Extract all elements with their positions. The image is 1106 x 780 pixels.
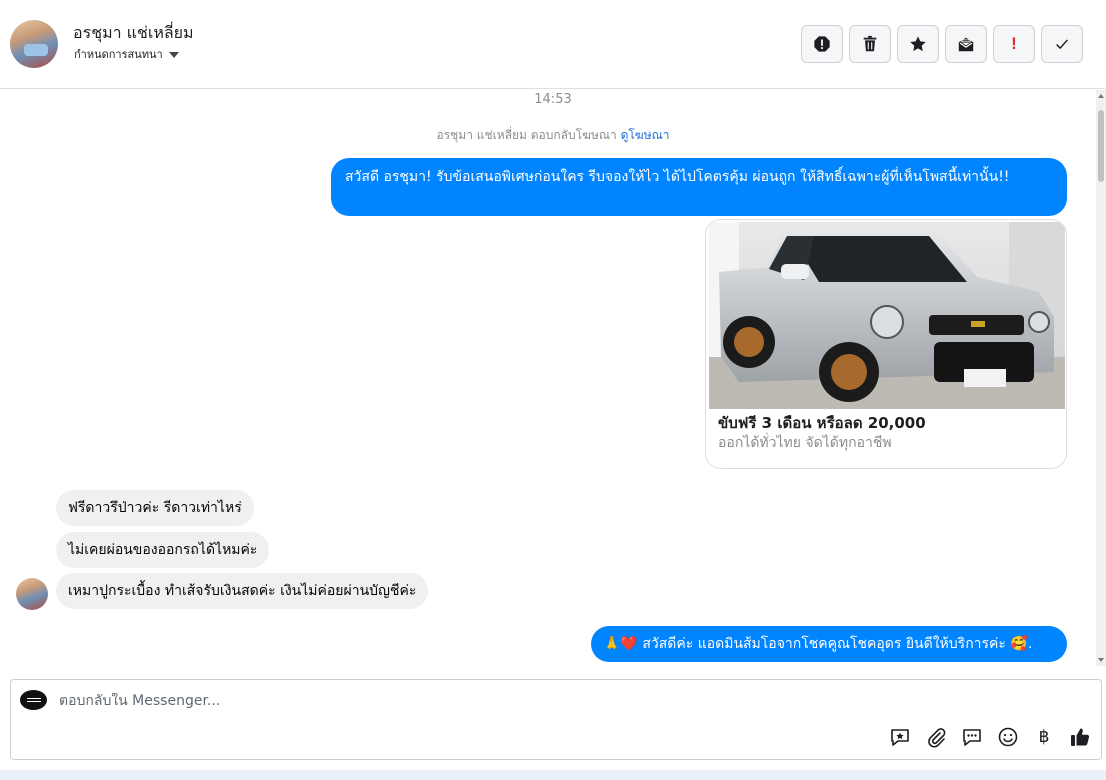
contact-name[interactable]: อรชุมา แช่เหลี่ยม [73, 21, 194, 46]
priority-icon: ! [1011, 34, 1017, 53]
mark-done-button[interactable] [1041, 25, 1083, 63]
outgoing-message: 🙏❤️ สวัสดีค่ะ แอดมินส้มโอจากโชคคูณโชคอุด… [591, 626, 1067, 662]
mail-icon [958, 37, 974, 52]
scroll-up-icon[interactable] [1098, 94, 1104, 98]
ad-card-subtitle: ออกได้ทั่วไทย จัดได้ทุกอาชีพ [718, 435, 892, 451]
message-timestamp: 14:53 [534, 92, 572, 107]
outgoing-message: สวัสดี อรชุมา! รับข้อเสนอพิเศษก่อนใคร รี… [331, 158, 1067, 216]
mark-spam-button[interactable] [801, 25, 843, 63]
sender-avatar [16, 578, 48, 610]
star-button[interactable] [897, 25, 939, 63]
check-icon [1056, 39, 1068, 50]
emoji-icon [998, 727, 1018, 747]
attachment-icon [928, 728, 946, 748]
scrollbar-thumb[interactable] [1098, 110, 1104, 182]
saved-reply-icon [891, 729, 909, 746]
incoming-message: ไม่เคยผ่อนของออกรถได้ไหมค่ะ [56, 532, 270, 568]
payment-button[interactable]: ฿ [1033, 726, 1055, 748]
emoji-button[interactable] [997, 726, 1019, 748]
assign-label: กำหนดการสนทนา [74, 48, 163, 61]
assign-conversation-dropdown[interactable]: กำหนดการสนทนา [74, 45, 179, 63]
contact-avatar[interactable] [10, 20, 58, 68]
attach-button[interactable] [925, 726, 947, 748]
baht-icon: ฿ [1038, 727, 1050, 747]
page-logo-icon [20, 690, 47, 710]
star-icon [910, 36, 926, 52]
conversation-header: อรชุมา แช่เหลี่ยม กำหนดการสนทนา ! [0, 0, 1106, 89]
incoming-message: เหมาปูกระเบื้อง ทำเส้จรับเงินสดค่ะ เงินไ… [56, 573, 429, 609]
composer-toolbar: ฿ [889, 726, 1091, 748]
trash-icon [863, 35, 877, 52]
reply-composer: ฿ [10, 679, 1102, 760]
message-thread[interactable]: 14:53 อรชุมา แช่เหลี่ยม ตอบกลับโฆษณา ดูโ… [0, 90, 1096, 666]
quick-replies-button[interactable] [961, 726, 983, 748]
reply-input[interactable] [59, 693, 859, 709]
thread-scrollbar[interactable] [1096, 90, 1106, 666]
delete-button[interactable] [849, 25, 891, 63]
pickup-truck-image [709, 222, 1065, 409]
mark-priority-button[interactable]: ! [993, 25, 1035, 63]
alert-icon [814, 36, 830, 52]
caret-down-icon [168, 51, 179, 58]
like-button[interactable] [1069, 726, 1091, 748]
ad-reply-note: อรชุมา แช่เหลี่ยม ตอบกลับโฆษณา ดูโฆษณา [0, 126, 1096, 145]
ad-card[interactable]: ขับฟรี 3 เดือน หรือลด 20,000 ออกได้ทั่วไ… [705, 219, 1067, 469]
chat-bubbles-icon [963, 729, 981, 746]
footer-strip [0, 770, 1106, 780]
ad-reply-text: อรชุมา แช่เหลี่ยม ตอบกลับโฆษณา [436, 128, 617, 142]
incoming-message: ฟรีดาวรึป่าวค่ะ รีดาวเท่าไหร่ [56, 490, 254, 526]
conversation-actions: ! [801, 25, 1083, 63]
mark-unread-button[interactable] [945, 25, 987, 63]
view-ad-link[interactable]: ดูโฆษณา [621, 128, 670, 142]
saved-reply-button[interactable] [889, 726, 911, 748]
like-icon [1071, 728, 1090, 746]
scroll-down-icon[interactable] [1098, 658, 1104, 662]
